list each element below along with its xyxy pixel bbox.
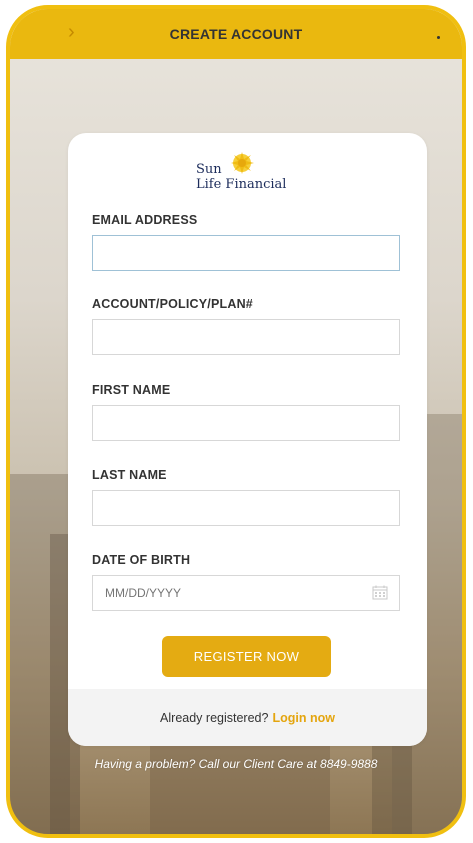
last-name-field[interactable] <box>92 490 400 526</box>
email-label: EMAIL ADDRESS <box>92 213 198 227</box>
top-bar: › CREATE ACCOUNT <box>10 9 462 59</box>
sun-life-logo: Sun Life Financial <box>196 149 306 193</box>
page-title: CREATE ACCOUNT <box>169 26 303 42</box>
status-dot <box>437 36 440 39</box>
dob-field-wrapper <box>92 575 400 611</box>
login-now-link[interactable]: Login now <box>272 711 334 725</box>
help-text: Having a problem? Call our Client Care a… <box>94 757 378 771</box>
account-label: ACCOUNT/POLICY/PLAN# <box>92 297 253 311</box>
account-field[interactable] <box>92 319 400 355</box>
first-name-field[interactable] <box>92 405 400 441</box>
dob-label: DATE OF BIRTH <box>92 553 191 567</box>
email-field[interactable] <box>92 235 400 271</box>
already-registered-text: Already registered? <box>160 710 269 725</box>
chevron-right-icon[interactable]: › <box>68 22 75 42</box>
login-footer: Already registered? Login now <box>68 689 427 746</box>
logo-text-sun: Sun <box>196 162 222 177</box>
sun-icon <box>231 152 254 174</box>
calendar-icon[interactable] <box>372 585 388 600</box>
last-name-label: LAST NAME <box>92 468 167 482</box>
first-name-label: FIRST NAME <box>92 383 171 397</box>
dob-field[interactable] <box>92 575 400 611</box>
logo-text-life-financial: Life Financial <box>196 177 287 192</box>
registration-card: Sun Life Financial EMAIL ADDRESS ACCOUNT… <box>68 133 427 746</box>
device-frame: › CREATE ACCOUNT Sun Life Financial EMAI… <box>6 5 466 838</box>
register-now-button[interactable]: REGISTER NOW <box>162 636 331 677</box>
